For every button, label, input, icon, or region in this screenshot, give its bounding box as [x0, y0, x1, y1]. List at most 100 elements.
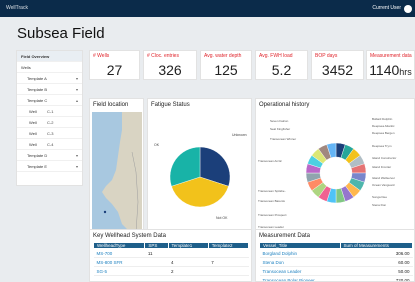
donut-label-right: Island Wellserver — [372, 176, 395, 180]
table-cell — [208, 266, 249, 276]
table-cell — [144, 257, 169, 267]
sidebar-item-label: Wells — [21, 65, 31, 70]
sidebar-item[interactable]: Template E ▾ — [17, 161, 82, 172]
donut-label-left: Transocean Winner — [270, 137, 297, 141]
top-bar: WellTrack Current User — [0, 0, 415, 17]
kpi-wells-value: 27 — [106, 62, 123, 78]
kpi-wells-label: # Wells — [93, 53, 110, 59]
field-map[interactable] — [92, 112, 142, 246]
kpi-cloc-value: 326 — [158, 62, 182, 78]
operational-history-panel: Operational history Seven Falcon Seal Kin… — [255, 98, 415, 248]
table-cell — [168, 248, 209, 258]
chevron-down-icon[interactable]: ▾ — [76, 84, 78, 95]
donut-label-left: Transocean Barents — [258, 199, 285, 203]
app-brand[interactable]: WellTrack — [6, 5, 28, 11]
sidebar-item-label: Template D — [27, 153, 48, 158]
kpi-fwhd-value: 5.2 — [271, 62, 292, 78]
table-cell[interactable]: SG-5 — [93, 266, 145, 276]
donut-label-left: Transocean Spitsbe.. — [258, 189, 287, 193]
chevron-down-icon[interactable]: ▾ — [76, 150, 78, 161]
sidebar-item-value: C-4 — [47, 142, 54, 147]
sidebar-item[interactable]: Well C-2 — [17, 117, 82, 128]
kpi-measurement-value: 1140hrs — [369, 62, 412, 78]
measurement-data-panel: Measurement Data Vessel_Title Sum of Meas… — [255, 229, 415, 282]
donut-label-right: Island Constructor — [372, 156, 397, 160]
table-cell[interactable]: MS-800 SFR — [93, 257, 145, 267]
sidebar-item-label: Field Overview — [21, 54, 50, 59]
donut-label-left: Seven Falcon — [270, 119, 289, 123]
pie-slice-label: Unknown — [232, 133, 247, 137]
kpi-cloc-entries: # Cloc. entries 326 — [143, 50, 197, 80]
table-cell[interactable]: Transocean Leader — [259, 266, 341, 276]
sidebar-item-label: Template B — [27, 87, 48, 92]
kpi-measurement-label: Measurement data — [370, 53, 412, 59]
table-cell: 11 — [144, 248, 169, 258]
sidebar-item-label: Template A — [27, 76, 47, 81]
sidebar-item-value: C-3 — [47, 131, 54, 136]
chevron-up-icon[interactable]: ▴ — [76, 95, 78, 106]
kpi-fwh-load: Avg. FWH load 5.2 — [255, 50, 308, 80]
table-row[interactable]: Transocean Leader 50.00 — [259, 266, 413, 276]
norway-coastline — [102, 112, 142, 246]
table-cell[interactable]: Transocean Polar Pioneer — [259, 275, 341, 281]
sidebar-item-label: Well — [29, 142, 37, 147]
wellhead-data-panel: Key Wellhead System Data WellheadType SPS… — [89, 229, 252, 282]
kpi-water-depth: Avg. water depth 125 — [200, 50, 252, 80]
table-cell: 4 — [168, 257, 209, 267]
sidebar-item[interactable]: Template D ▾ — [17, 150, 82, 161]
sidebar-item[interactable]: Well C-1 — [17, 106, 82, 117]
table-row[interactable]: Stena Don 60.00 — [259, 257, 413, 267]
table-row[interactable]: SG-5 2 — [93, 266, 249, 276]
sidebar-item[interactable]: Wells — [17, 62, 82, 73]
kpi-depth-value: 125 — [214, 62, 238, 78]
table-cell — [208, 248, 249, 258]
sidebar-item[interactable]: Well C-3 — [17, 128, 82, 139]
table-row[interactable]: MS-700 11 — [93, 248, 249, 258]
sidebar-nav: Field Overview Wells Template A ▾ Template B… — [16, 50, 83, 186]
table-cell: 7 — [208, 257, 249, 267]
table-cell[interactable]: Stena Don — [259, 257, 341, 267]
sidebar-item-label: Well — [29, 120, 37, 125]
table-row[interactable]: Borgland Dolphin 306.00 — [259, 248, 413, 258]
field-marker-icon — [103, 210, 107, 214]
current-user-label[interactable]: Current User — [372, 5, 401, 11]
sidebar-item-label: Well — [29, 131, 37, 136]
user-avatar-icon[interactable] — [404, 5, 412, 13]
donut-label-left: Transocean Prospect — [258, 213, 287, 217]
chevron-down-icon[interactable]: ▾ — [76, 161, 78, 172]
table-cell: 50.00 — [340, 266, 413, 276]
wellhead-data-table: WellheadType SPS Template1 Template2 MS-700 1… — [92, 242, 250, 276]
table-row[interactable]: Transocean Polar Pioneer 720.00 — [259, 275, 413, 281]
donut-label-right: Bollard Dolphin — [372, 117, 393, 121]
sidebar-item[interactable]: Well C-4 — [17, 139, 82, 150]
donut-label-right: Deepsea Bergen — [372, 131, 395, 135]
donut-label-right: Stena Don — [372, 203, 387, 207]
table-cell[interactable]: Borgland Dolphin — [259, 248, 341, 258]
kpi-fwhd-label: Avg. FWH load — [259, 53, 293, 59]
sidebar-item[interactable]: Template A ▾ — [17, 73, 82, 84]
sidebar-item-label: Well — [29, 109, 37, 114]
measurement-data-title: Measurement Data — [259, 233, 311, 239]
pie-slice-label: OK — [154, 143, 160, 147]
sidebar-item[interactable]: Template C ▴ — [17, 95, 82, 106]
sidebar-item[interactable]: Template B ▾ — [17, 84, 82, 95]
kpi-measurement-data: Measurement data 1140hrs — [366, 50, 415, 80]
kpi-depth-label: Avg. water depth — [204, 53, 242, 59]
table-cell[interactable]: MS-700 — [93, 248, 145, 258]
kpi-cloc-label: # Cloc. entries — [147, 53, 179, 59]
measurement-data-table: Vessel_Title Sum of Measurements Borgland … — [259, 242, 414, 281]
field-location-title: Field location — [93, 102, 129, 108]
wellhead-data-title: Key Wellhead System Data — [93, 233, 166, 239]
table-cell: 60.00 — [340, 257, 413, 267]
sidebar-item-value: C-1 — [47, 109, 54, 114]
donut-label-right: Deepsea Trym — [372, 144, 392, 148]
chevron-down-icon[interactable]: ▾ — [76, 73, 78, 84]
table-row[interactable]: MS-800 SFR 4 7 — [93, 257, 249, 267]
sidebar-item[interactable]: Field Overview — [17, 51, 82, 62]
fatigue-status-panel: Fatigue Status Unknown Not OK OK — [147, 98, 252, 248]
field-location-panel: Field location — [89, 98, 144, 248]
donut-label-right: Songa Dee — [372, 195, 388, 199]
donut-label-right: Deepsea Atlantic — [372, 124, 395, 128]
sidebar-item-label: Template C — [27, 98, 48, 103]
donut-label-right: Island Frontier — [372, 165, 392, 169]
